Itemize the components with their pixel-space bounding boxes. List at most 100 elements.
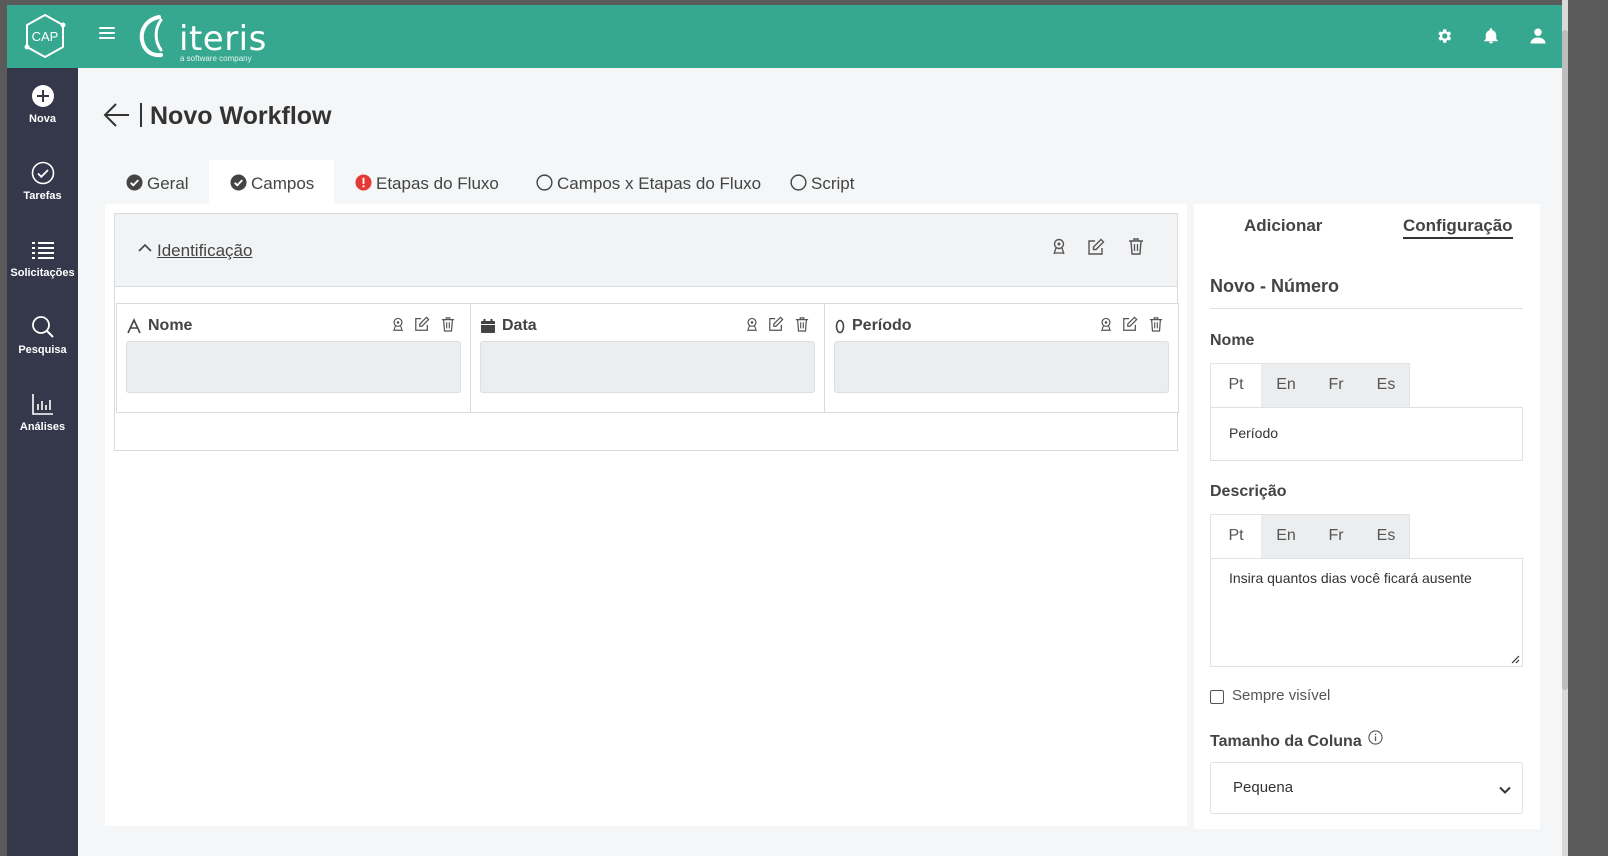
lang-tab-en[interactable]: En bbox=[1261, 515, 1311, 560]
brand-logo: iteris a software company bbox=[137, 14, 266, 63]
tab-label: Campos x Etapas do Fluxo bbox=[557, 174, 762, 193]
form-section: Identificação Nome Data Período bbox=[114, 213, 1179, 451]
sidebar-item-label: Nova bbox=[29, 113, 56, 125]
app-window: CAP iteris a software company Nova Taref… bbox=[7, 5, 1562, 856]
section-title[interactable]: Identificação bbox=[157, 241, 252, 261]
page-scrollbar-thumb[interactable] bbox=[1562, 30, 1568, 690]
number-type-icon bbox=[835, 319, 845, 334]
cap-logo[interactable]: CAP bbox=[23, 13, 67, 59]
calendar-icon bbox=[481, 319, 495, 333]
sidebar-item-label: Pesquisa bbox=[18, 344, 67, 356]
name-language-tabs: Pt En Fr Es bbox=[1210, 363, 1411, 409]
check-circle-icon bbox=[31, 161, 54, 185]
lang-tab-fr[interactable]: Fr bbox=[1311, 515, 1361, 560]
check-filled-icon bbox=[230, 174, 247, 191]
empty-circle-icon bbox=[536, 174, 553, 191]
list-icon bbox=[31, 242, 54, 259]
back-arrow-icon[interactable] bbox=[103, 101, 131, 129]
cap-logo-text: CAP bbox=[32, 29, 59, 44]
bell-icon[interactable] bbox=[1482, 27, 1500, 45]
panel-subtitle: Novo - Número bbox=[1210, 276, 1340, 296]
description-textarea[interactable]: Insira quantos dias você ficará ausente bbox=[1210, 558, 1523, 667]
tab-geral[interactable]: Geral bbox=[105, 160, 209, 204]
trash-icon[interactable] bbox=[795, 316, 809, 332]
trash-icon[interactable] bbox=[441, 316, 455, 332]
trash-icon[interactable] bbox=[1128, 237, 1144, 255]
sidebar-item-label: Solicitações bbox=[10, 267, 75, 279]
brand-mark-icon bbox=[139, 15, 163, 58]
menu-toggle-icon[interactable] bbox=[99, 27, 115, 43]
sidebar-item-tarefas[interactable]: Tarefas bbox=[7, 161, 78, 227]
text-type-icon bbox=[127, 318, 141, 334]
field-label: Data bbox=[502, 317, 537, 334]
user-icon[interactable] bbox=[1529, 27, 1547, 45]
description-textarea-value: Insira quantos dias você ficará ausente bbox=[1229, 570, 1472, 586]
error-icon bbox=[355, 174, 372, 191]
gear-icon[interactable] bbox=[1435, 27, 1453, 45]
permission-icon[interactable] bbox=[391, 317, 405, 333]
name-input-value: Período bbox=[1229, 425, 1279, 441]
search-icon bbox=[31, 316, 54, 338]
form-builder-canvas: Identificação Nome Data Período bbox=[105, 204, 1187, 826]
info-icon[interactable] bbox=[1368, 730, 1383, 745]
trash-icon[interactable] bbox=[1149, 316, 1163, 332]
always-visible-label: Sempre visível bbox=[1232, 687, 1331, 704]
tab-etapas-do-fluxo[interactable]: Etapas do Fluxo bbox=[334, 160, 499, 204]
tab-campos[interactable]: Campos bbox=[209, 160, 334, 204]
sidebar-item-analises[interactable]: Análises bbox=[7, 392, 78, 458]
edit-icon[interactable] bbox=[1122, 316, 1138, 332]
column-size-select[interactable]: Pequena bbox=[1210, 762, 1523, 814]
edit-icon[interactable] bbox=[768, 316, 784, 332]
chevron-up-icon[interactable] bbox=[137, 240, 153, 256]
tab-label: Campos bbox=[251, 174, 315, 193]
sidebar: Nova Tarefas Solicitações Pesquisa Análi… bbox=[7, 68, 78, 856]
column-size-value: Pequena bbox=[1233, 779, 1294, 796]
column-size-label-text: Tamanho da Coluna bbox=[1210, 733, 1362, 750]
field-card-nome[interactable]: Nome bbox=[116, 303, 471, 413]
tab-script[interactable]: Script bbox=[769, 160, 879, 204]
permission-icon[interactable] bbox=[745, 317, 759, 333]
sidebar-item-pesquisa[interactable]: Pesquisa bbox=[7, 315, 78, 381]
resize-grip-icon[interactable] bbox=[1510, 654, 1520, 664]
sidebar-item-label: Tarefas bbox=[23, 190, 62, 202]
lang-tab-es[interactable]: Es bbox=[1361, 515, 1411, 560]
description-label: Descrição bbox=[1210, 483, 1287, 500]
tab-campos-x-etapas[interactable]: Campos x Etapas do Fluxo bbox=[515, 160, 761, 204]
plus-circle-icon bbox=[31, 85, 54, 107]
field-label: Período bbox=[852, 317, 912, 334]
field-label: Nome bbox=[148, 317, 193, 334]
field-card-periodo[interactable]: Período bbox=[824, 303, 1179, 413]
tab-label: Geral bbox=[147, 174, 189, 193]
page-title: Novo Workflow bbox=[150, 102, 332, 130]
lang-tab-pt[interactable]: Pt bbox=[1211, 515, 1261, 560]
top-bar: CAP iteris a software company bbox=[7, 5, 1562, 68]
edit-icon[interactable] bbox=[1087, 238, 1105, 256]
tab-label: Script bbox=[811, 174, 855, 193]
always-visible-checkbox[interactable] bbox=[1210, 690, 1224, 704]
lang-tab-pt[interactable]: Pt bbox=[1211, 364, 1261, 409]
sidebar-item-nova[interactable]: Nova bbox=[7, 84, 78, 150]
workflow-tabs: Geral Campos Etapas do Fluxo Campos x Et… bbox=[105, 160, 888, 204]
permission-icon[interactable] bbox=[1051, 238, 1067, 256]
empty-circle-icon bbox=[790, 174, 807, 191]
name-label: Nome bbox=[1210, 332, 1255, 349]
sidebar-item-label: Análises bbox=[19, 421, 66, 433]
permission-icon[interactable] bbox=[1099, 317, 1113, 333]
panel-tab-configuracao[interactable]: Configuração bbox=[1403, 216, 1513, 239]
config-panel: Adicionar Configuração Novo - Número Nom… bbox=[1194, 204, 1540, 829]
lang-tab-en[interactable]: En bbox=[1261, 364, 1311, 409]
sidebar-item-solicitacoes[interactable]: Solicitações bbox=[7, 238, 78, 304]
divider bbox=[1210, 308, 1523, 309]
edit-icon[interactable] bbox=[414, 316, 430, 332]
lang-tab-fr[interactable]: Fr bbox=[1311, 364, 1361, 409]
field-preview-input bbox=[834, 341, 1169, 393]
name-input[interactable]: Período bbox=[1210, 407, 1523, 461]
brand-tagline: a software company bbox=[180, 54, 252, 63]
field-card-data[interactable]: Data bbox=[470, 303, 825, 413]
bar-chart-icon bbox=[31, 394, 53, 415]
check-filled-icon bbox=[126, 174, 143, 191]
column-size-label: Tamanho da Coluna bbox=[1210, 730, 1383, 751]
lang-tab-es[interactable]: Es bbox=[1361, 364, 1411, 409]
brand-name: iteris bbox=[179, 19, 267, 59]
panel-tab-adicionar[interactable]: Adicionar bbox=[1244, 216, 1322, 236]
